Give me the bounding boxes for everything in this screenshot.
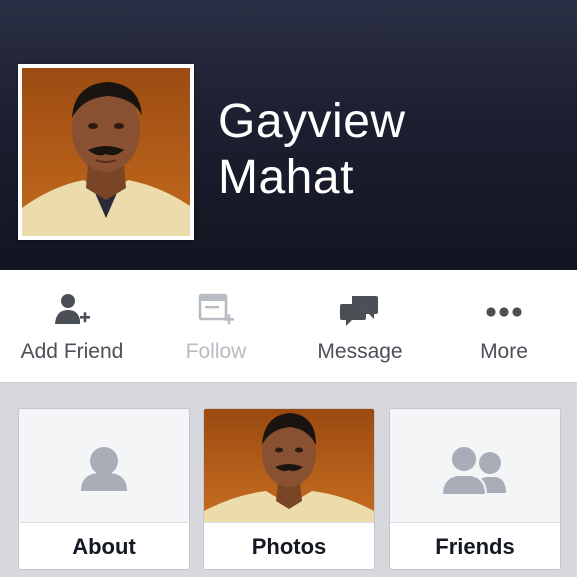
message-label: Message [317,340,403,363]
profile-name-first: Gayview [218,95,406,148]
add-friend-icon [55,294,90,324]
friends-tile-label: Friends [390,522,560,569]
friends-tile[interactable]: Friends [389,408,561,570]
photos-tile[interactable]: Photos [203,408,375,570]
follow-icon [198,293,234,325]
follow-label: Follow [185,340,247,363]
message-icon [340,296,378,326]
cover-header: Gayview Mahat [0,0,577,270]
profile-photo-thumbnail [204,409,374,522]
more-label: More [480,340,528,363]
about-tile-label: About [19,522,189,569]
profile-name: Gayview Mahat [218,94,558,206]
friends-silhouette-icon [440,445,506,496]
person-silhouette-icon [81,447,127,491]
action-bar: Add Friend Follow Message More [0,270,577,383]
follow-button[interactable]: Follow [144,270,288,382]
more-button[interactable]: More [432,270,576,382]
profile-name-last: Mahat [218,151,354,204]
add-friend-label: Add Friend [20,340,124,363]
friends-tile-media [390,409,560,522]
photos-tile-media [204,409,374,522]
about-tile[interactable]: About [18,408,190,570]
photos-tile-label: Photos [204,522,374,569]
add-friend-button[interactable]: Add Friend [0,270,144,382]
profile-portrait-image [22,68,190,236]
more-icon [486,307,522,317]
profile-picture[interactable] [18,64,194,240]
message-button[interactable]: Message [288,270,432,382]
about-tile-media [19,409,189,522]
profile-tiles: About Photos Friends [0,383,577,577]
